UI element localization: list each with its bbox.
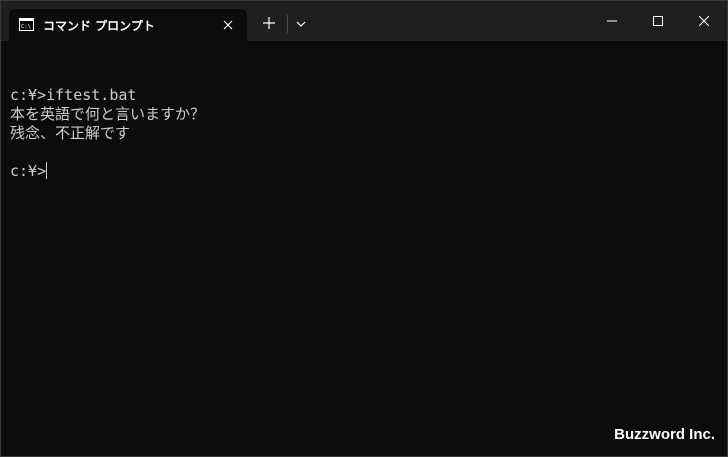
close-icon	[699, 16, 709, 26]
tab-title: コマンド プロンプト	[43, 19, 155, 33]
minimize-icon	[607, 20, 617, 22]
svg-text:C:\: C:\	[21, 24, 31, 30]
tab-command-prompt[interactable]: C:\ コマンド プロンプト	[9, 9, 247, 41]
terminal-icon: C:\	[19, 18, 34, 31]
new-tab-button[interactable]	[261, 15, 277, 31]
watermark: Buzzword Inc.	[614, 426, 715, 443]
tab-close-button[interactable]	[220, 17, 236, 33]
terminal-window: C:\ コマンド プロンプト c:¥>iftest.bat 本を英語で何と言いま…	[0, 0, 728, 457]
maximize-icon	[653, 16, 663, 26]
close-window-button[interactable]	[681, 1, 727, 41]
tab-divider	[287, 15, 288, 33]
terminal-prompt-line: c:¥>	[10, 162, 710, 181]
text-cursor	[46, 162, 48, 179]
terminal-line: c:¥>iftest.bat	[10, 86, 137, 104]
terminal-line: 本を英語で何と言いますか？	[10, 105, 206, 123]
chevron-down-icon[interactable]	[294, 17, 308, 31]
terminal-prompt: c:¥>	[10, 162, 47, 180]
minimize-button[interactable]	[589, 1, 635, 41]
terminal-output[interactable]: c:¥>iftest.bat 本を英語で何と言いますか？ 残念、不正解です c:…	[10, 67, 710, 427]
maximize-button[interactable]	[635, 1, 681, 41]
close-icon	[223, 20, 233, 30]
terminal-line: 残念、不正解です	[10, 124, 131, 142]
title-bar[interactable]: C:\ コマンド プロンプト	[1, 1, 727, 41]
